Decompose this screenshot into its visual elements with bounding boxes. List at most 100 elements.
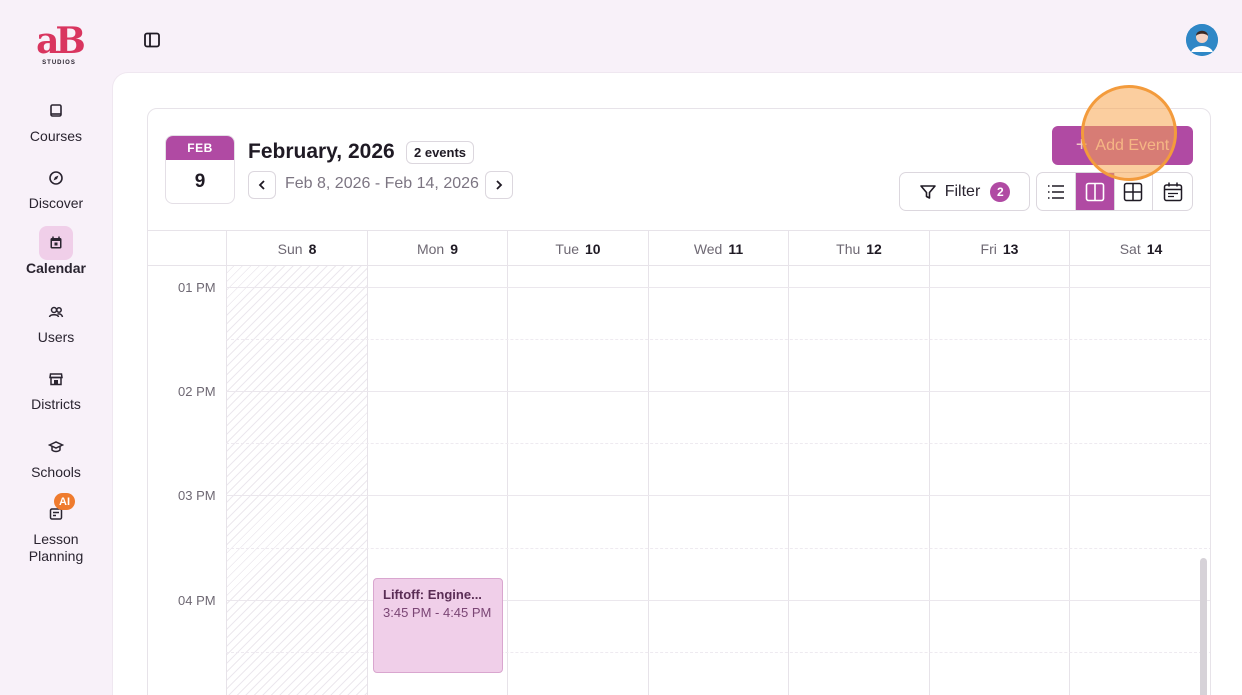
users-icon — [39, 295, 73, 329]
calendar-view-button[interactable] — [1153, 173, 1192, 210]
calendar-event[interactable]: Liftoff: Engine... 3:45 PM - 4:45 PM — [373, 578, 503, 673]
day-name: Fri — [980, 240, 997, 257]
half-hour-line — [226, 443, 1210, 444]
add-event-label: Add Event — [1095, 136, 1170, 154]
day-name: Thu — [836, 240, 861, 257]
column-divider — [507, 266, 508, 695]
day-number: 11 — [728, 240, 744, 257]
view-switcher — [1036, 172, 1193, 211]
week-view-icon — [1085, 182, 1104, 201]
event-time: 3:45 PM - 4:45 PM — [383, 605, 492, 620]
month-view-button[interactable] — [1115, 173, 1154, 210]
sidebar-item-courses[interactable]: Courses — [0, 94, 112, 145]
day-name: Mon — [416, 240, 445, 257]
day-header-tue[interactable]: Tue 10 — [507, 231, 648, 266]
sidebar: aB STUDIOS Courses Discover Calendar Use… — [0, 0, 112, 695]
sidebar-item-label: Users — [37, 329, 75, 345]
events-count-badge: 2 events — [406, 141, 475, 164]
sidebar-item-lesson-planning[interactable]: AI Lesson Planning — [0, 493, 112, 565]
week-view-button[interactable] — [1075, 173, 1115, 210]
badge-day: 9 — [194, 170, 206, 192]
note-icon: AI — [39, 493, 75, 531]
column-divider — [929, 266, 930, 695]
graduation-cap-icon — [39, 430, 73, 464]
sidebar-item-label: Calendar — [26, 260, 86, 276]
today-date-badge[interactable]: FEB 9 — [165, 135, 235, 204]
day-number: 8 — [308, 240, 317, 257]
sidebar-item-label: Discover — [28, 195, 84, 211]
filter-count-badge: 2 — [990, 181, 1011, 202]
sidebar-item-label: Lesson Planning — [28, 531, 84, 564]
day-number: 9 — [450, 240, 459, 257]
plus-icon: + — [1075, 134, 1088, 156]
chevron-left-icon — [258, 180, 265, 190]
day-name: Wed — [693, 240, 723, 257]
book-icon — [39, 94, 73, 128]
sidebar-item-label: Courses — [29, 128, 83, 144]
calendar-icon — [39, 226, 73, 260]
sidebar-item-calendar[interactable]: Calendar — [0, 226, 112, 277]
sidebar-item-discover[interactable]: Discover — [0, 161, 112, 212]
sidebar-item-schools[interactable]: Schools — [0, 430, 112, 481]
column-divider — [648, 266, 649, 695]
logo-mark: aB — [36, 20, 86, 62]
column-divider — [788, 266, 789, 695]
day-name: Sat — [1119, 240, 1141, 257]
date-range: Feb 8, 2026 - Feb 14, 2026 — [285, 175, 479, 192]
filter-button[interactable]: Filter 2 — [899, 172, 1030, 211]
time-grid[interactable]: 01 PM 02 PM 03 PM 04 PM Liftoff: Engine.… — [148, 266, 1210, 695]
time-label: 04 PM — [178, 593, 216, 608]
day-header-sun[interactable]: Sun 8 — [226, 231, 367, 266]
time-label: 02 PM — [178, 384, 216, 399]
chevron-right-icon — [496, 180, 503, 190]
list-view-icon — [1047, 184, 1064, 199]
calendar-card: FEB 9 February, 2026 2 events Feb 8, 202… — [147, 108, 1211, 695]
sidebar-item-label: Districts — [31, 396, 81, 412]
day-header-thu[interactable]: Thu 12 — [788, 231, 929, 266]
logo-subtitle: STUDIOS — [42, 60, 76, 66]
month-view-icon — [1124, 182, 1143, 201]
day-header-row: Sun 8 Mon 9 Tue 10 Wed 11 Thu 12 Fri 13 Sat 14 — [148, 230, 1210, 266]
hour-line — [226, 391, 1210, 392]
column-divider — [1069, 266, 1070, 695]
half-hour-line — [226, 339, 1210, 340]
day-header-fri[interactable]: Fri 13 — [929, 231, 1069, 266]
time-label: 01 PM — [178, 280, 216, 295]
sidebar-item-districts[interactable]: Districts — [0, 362, 112, 413]
brand-logo[interactable]: aB STUDIOS — [34, 20, 86, 71]
month-title: February, 2026 — [248, 140, 395, 163]
event-title: Liftoff: Engine... — [383, 587, 482, 602]
column-divider — [367, 266, 368, 695]
day-name: Tue — [555, 240, 580, 257]
week-grid: Sun 8 Mon 9 Tue 10 Wed 11 Thu 12 Fri 13 Sat 14 — [148, 230, 1210, 695]
column-divider — [226, 266, 227, 695]
day-header-sat[interactable]: Sat 14 — [1069, 231, 1210, 266]
list-view-button[interactable] — [1037, 173, 1076, 210]
next-week-button[interactable] — [485, 171, 513, 199]
day-number: 10 — [585, 240, 601, 257]
calendar-view-icon — [1163, 182, 1182, 201]
store-icon — [39, 362, 73, 396]
day-header-mon[interactable]: Mon 9 — [367, 231, 507, 266]
time-label: 03 PM — [178, 488, 216, 503]
add-event-button[interactable]: + Add Event — [1052, 126, 1193, 165]
compass-icon — [39, 161, 73, 195]
sidebar-item-users[interactable]: Users — [0, 295, 112, 346]
hour-line — [226, 287, 1210, 288]
day-name: Sun — [277, 240, 303, 257]
past-day-hatch — [226, 266, 367, 695]
vertical-scrollbar[interactable] — [1200, 558, 1207, 695]
half-hour-line — [226, 548, 1210, 549]
badge-month: FEB — [166, 136, 234, 160]
filter-label: Filter — [944, 182, 981, 200]
day-number: 13 — [1002, 240, 1019, 257]
main-panel: FEB 9 February, 2026 2 events Feb 8, 202… — [112, 72, 1242, 695]
day-number: 14 — [1146, 240, 1163, 257]
day-header-wed[interactable]: Wed 11 — [648, 231, 788, 266]
ai-badge: AI — [54, 493, 75, 510]
user-avatar-icon[interactable] — [1186, 24, 1218, 56]
day-number: 12 — [866, 240, 882, 257]
sidebar-item-label: Schools — [31, 464, 81, 480]
panel-left-icon[interactable] — [142, 30, 162, 50]
prev-week-button[interactable] — [248, 171, 276, 199]
